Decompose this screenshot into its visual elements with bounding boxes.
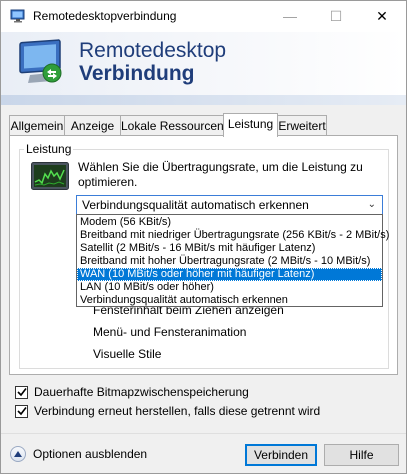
remote-desktop-window: Remotedesktopverbindung — ☐ ✕ Remotedesk… [0,0,407,474]
connection-speed-dropdown-list: Modem (56 KBit/s) Breitband mit niedrige… [76,214,389,307]
close-button[interactable]: ✕ [359,1,405,31]
persistent-bitmap-caching-checkbox[interactable] [15,385,28,399]
banner-title-line2: Verbindung [79,62,195,85]
tab-erweitert[interactable]: Erweitert [277,115,327,136]
title-bar[interactable]: Remotedesktopverbindung — ☐ ✕ [1,1,406,32]
dropdown-option-broadband-low[interactable]: Breitband mit niedriger Übertragungsrate… [77,229,389,242]
banner-stripe [1,95,406,105]
dropdown-option-auto-detect[interactable]: Verbindungsqualität automatisch erkennen [77,294,382,307]
tab-lokale-ressourcen[interactable]: Lokale Ressourcen [120,115,224,136]
maximize-button[interactable]: ☐ [313,1,359,31]
dropdown-option-satellite[interactable]: Satellit (2 MBit/s - 16 MBit/s mit häufi… [77,242,382,255]
hide-options-label[interactable]: Optionen ausblenden [33,447,147,461]
checkmark-icon [16,407,27,416]
dropdown-option-broadband-high[interactable]: Breitband mit hoher Übertragungsrate (2 … [77,255,382,268]
minimize-button[interactable]: — [267,1,313,31]
reconnect-checkbox[interactable] [15,404,28,418]
connect-button[interactable]: Verbinden [245,444,317,466]
dropdown-option-wan[interactable]: WAN (10 MBit/s oder höher mit häufiger L… [77,268,382,281]
help-button[interactable]: Hilfe [324,444,399,466]
connection-speed-select[interactable]: Verbindungsqualität automatisch erkennen… [76,195,383,215]
tab-allgemein[interactable]: Allgemein [9,115,65,136]
connection-speed-selected-value: Verbindungsqualität automatisch erkennen [82,198,309,212]
performance-group-label: Leistung [24,142,74,156]
reconnect-option[interactable]: Verbindung erneut herstellen, falls dies… [15,404,320,418]
reconnect-label[interactable]: Verbindung erneut herstellen, falls dies… [34,404,320,418]
chevron-up-icon[interactable] [10,446,26,462]
performance-description-line2: optimieren. [78,175,138,189]
footer-divider [1,433,406,434]
banner-title-line1: Remotedesktop [79,39,227,62]
persistent-bitmap-caching-option[interactable]: Dauerhafte Bitmapzwischenspeicherung [15,385,249,399]
performance-description-line1: Wählen Sie die Übertragungsrate, um die … [78,160,363,174]
hide-options-toggle[interactable]: Optionen ausblenden [10,446,147,462]
remote-desktop-logo-icon [19,39,62,83]
feature-visual-styles: Visuelle Stile [93,347,162,361]
dropdown-option-lan[interactable]: LAN (10 MBit/s oder höher) [77,281,382,294]
dropdown-option-modem[interactable]: Modem (56 KBit/s) [77,216,382,229]
chevron-down-icon[interactable]: ⌄ [368,199,376,210]
window-title: Remotedesktopverbindung [33,9,177,23]
persistent-bitmap-caching-label[interactable]: Dauerhafte Bitmapzwischenspeicherung [34,385,249,399]
tab-anzeige[interactable]: Anzeige [64,115,121,136]
performance-monitor-icon [31,162,69,190]
feature-menu-window-animation: Menü- und Fensteranimation [93,325,247,339]
checkmark-icon [16,388,27,397]
remote-desktop-app-icon [10,9,25,23]
tab-leistung[interactable]: Leistung [223,113,278,137]
